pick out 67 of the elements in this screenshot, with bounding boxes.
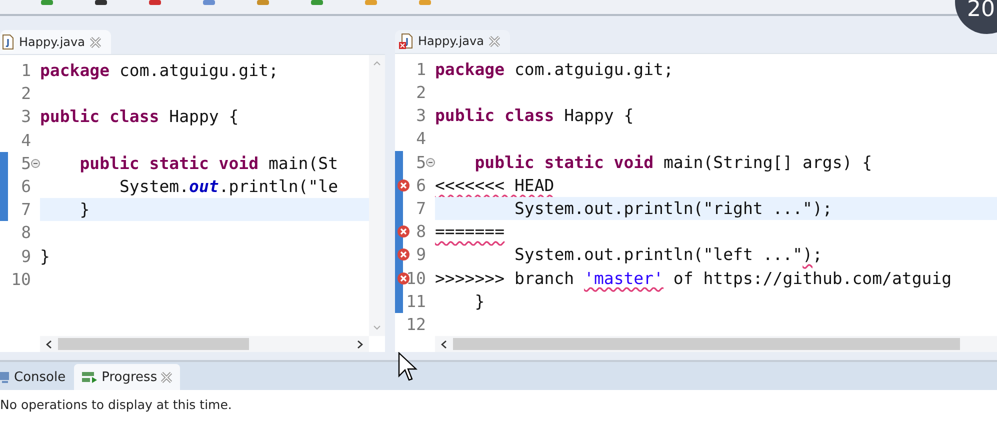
scroll-right-icon[interactable]: [357, 340, 363, 348]
console-icon: [0, 371, 10, 383]
progress-icon: [82, 371, 98, 383]
line-number: 3: [21, 107, 31, 126]
code-line: }: [78, 200, 90, 220]
panel-tab[interactable]: Progress: [74, 364, 180, 390]
close-icon[interactable]: [90, 36, 101, 48]
line-number: 7: [416, 198, 426, 218]
code-line: System.out.println("le: [118, 177, 338, 196]
code-line: public class Happy {: [435, 106, 634, 126]
editor-tab[interactable]: Happy.java: [0, 30, 111, 54]
line-number: 2: [416, 83, 426, 102]
horizontal-scrollbar[interactable]: [435, 336, 997, 352]
line-number: 10: [11, 270, 31, 289]
code-line: <<<<<<< HEAD: [435, 176, 554, 195]
collapse-icon[interactable]: [31, 158, 40, 168]
line-number: 11: [406, 292, 426, 311]
scroll-down-icon[interactable]: [373, 325, 381, 330]
scrollbar-thumb[interactable]: [453, 338, 960, 350]
line-number: 9: [416, 245, 426, 264]
line-number: 8: [21, 223, 31, 242]
code-line: public static void main(String[] args) {: [474, 152, 872, 172]
tab-label: Progress: [102, 370, 158, 384]
code-line: public class Happy {: [40, 107, 239, 126]
line-number: 4: [416, 129, 426, 148]
code-line: }: [40, 246, 50, 266]
java-file-icon: [0, 34, 14, 50]
editor-tab[interactable]: Happy.java: [395, 30, 510, 53]
code-line: package com.atguigu.git;: [435, 60, 674, 79]
scroll-left-icon[interactable]: [441, 340, 447, 348]
code-line: public static void main(St: [78, 154, 338, 173]
line-number: 4: [21, 130, 31, 150]
close-icon[interactable]: [488, 36, 500, 47]
line-number: 6: [416, 176, 426, 195]
tab-label: Console: [14, 370, 66, 384]
code-line: System.out.println("left ...");: [513, 245, 822, 264]
line-number: 5: [416, 152, 426, 172]
code-line: System.out.println("right ...");: [513, 198, 832, 218]
line-number: 2: [21, 84, 31, 104]
java-file-error-icon: [399, 33, 413, 50]
code-line: }: [474, 292, 485, 311]
line-number: 1: [416, 60, 426, 79]
tab-title: Happy.java: [418, 34, 484, 48]
line-number: 6: [21, 177, 31, 196]
toolbar-icon[interactable]: [94, 0, 108, 6]
code-line: =======: [435, 222, 505, 242]
line-number: 1: [21, 61, 31, 80]
line-number: 9: [21, 246, 31, 266]
line-number: 10: [406, 268, 426, 288]
scrollbar-thumb[interactable]: [58, 338, 250, 350]
collapse-icon[interactable]: [426, 158, 435, 167]
line-number: 7: [21, 200, 31, 220]
scroll-left-icon[interactable]: [46, 340, 52, 348]
status-message: No operations to display at this time.: [0, 390, 997, 424]
code-line: package com.atguigu.git;: [40, 61, 278, 80]
timer-badge: 20: [955, 0, 997, 34]
vertical-scrollbar[interactable]: [369, 55, 385, 336]
scroll-up-icon[interactable]: [373, 61, 381, 66]
line-number: 5: [21, 154, 31, 173]
line-number: 12: [406, 314, 426, 334]
code-line: >>>>>>> branch 'master' of https://github.com/atguig: [435, 268, 952, 288]
line-number: 3: [416, 106, 426, 126]
close-icon[interactable]: [161, 372, 172, 382]
horizontal-scrollbar[interactable]: [40, 336, 369, 352]
panel-tab[interactable]: Console: [0, 364, 74, 390]
tab-title: Happy.java: [19, 35, 85, 49]
line-number: 8: [416, 222, 426, 242]
